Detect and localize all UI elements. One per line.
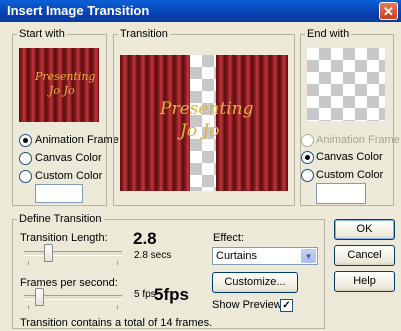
help-button[interactable]: Help bbox=[334, 271, 395, 292]
end-custom-color-swatch[interactable] bbox=[316, 183, 366, 204]
end-custom-color-radio[interactable] bbox=[301, 169, 314, 182]
transition-preview-text-2: Jo Jo bbox=[180, 121, 220, 141]
transition-length-label: Transition Length: bbox=[20, 232, 108, 244]
start-canvas-color-label[interactable]: Canvas Color bbox=[35, 152, 102, 164]
fps-value: 5 fps bbox=[134, 289, 156, 300]
right-curtain bbox=[216, 55, 288, 191]
fps-slider[interactable] bbox=[34, 288, 44, 306]
end-animation-frame-label: Animation Frame bbox=[316, 134, 400, 146]
start-canvas-color-radio[interactable] bbox=[19, 152, 32, 165]
title-bar: Insert Image Transition ✕ bbox=[0, 0, 401, 22]
help-button-label: Help bbox=[353, 275, 376, 287]
customize-button-label: Customize... bbox=[224, 276, 286, 288]
effect-select[interactable]: Curtains ▼ bbox=[212, 247, 318, 265]
effect-label: Effect: bbox=[213, 232, 244, 244]
close-button[interactable]: ✕ bbox=[379, 2, 398, 20]
end-animation-frame-radio bbox=[301, 134, 314, 147]
start-custom-color-radio[interactable] bbox=[19, 170, 32, 183]
window-title: Insert Image Transition bbox=[7, 3, 150, 18]
frames-summary: Transition contains a total of 14 frames… bbox=[20, 317, 213, 329]
start-custom-color-label[interactable]: Custom Color bbox=[35, 170, 102, 182]
transition-length-tick-end bbox=[117, 261, 118, 265]
fps-label: Frames per second: bbox=[20, 277, 118, 289]
end-canvas-color-radio[interactable] bbox=[301, 151, 314, 164]
show-preview-label[interactable]: Show Preview bbox=[212, 299, 282, 311]
transition-length-slider[interactable] bbox=[43, 244, 53, 262]
end-preview bbox=[307, 48, 385, 121]
fps-big: 5fps bbox=[154, 285, 189, 304]
start-preview-text-2: Jo Jo bbox=[49, 84, 75, 97]
customize-button[interactable]: Customize... bbox=[212, 272, 298, 293]
start-with-legend: Start with bbox=[17, 28, 67, 40]
ok-button[interactable]: OK bbox=[334, 219, 395, 240]
transition-preview: Presenting Jo Jo bbox=[120, 55, 288, 191]
transition-length-value: 2.8 secs bbox=[134, 250, 172, 261]
define-transition-legend: Define Transition bbox=[17, 213, 104, 225]
ok-button-label: OK bbox=[356, 223, 373, 235]
transition-length-track bbox=[24, 251, 122, 256]
transition-length-tick-start bbox=[28, 261, 29, 265]
transition-preview-text-1: Presenting bbox=[160, 99, 254, 119]
end-custom-color-label[interactable]: Custom Color bbox=[316, 169, 383, 181]
start-custom-color-swatch[interactable] bbox=[35, 184, 83, 203]
chevron-down-icon[interactable]: ▼ bbox=[301, 249, 316, 263]
cancel-button[interactable]: Cancel bbox=[334, 245, 395, 266]
close-icon: ✕ bbox=[383, 4, 394, 19]
start-animation-frame-label[interactable]: Animation Frame bbox=[35, 134, 119, 146]
fps-tick-end bbox=[117, 305, 118, 309]
transition-legend: Transition bbox=[118, 28, 170, 40]
effect-select-value: Curtains bbox=[216, 250, 257, 262]
end-with-legend: End with bbox=[305, 28, 352, 40]
end-canvas-color-label[interactable]: Canvas Color bbox=[316, 151, 383, 163]
start-preview-text-1: Presenting bbox=[35, 70, 96, 83]
start-preview: Presenting Jo Jo bbox=[19, 48, 99, 122]
cancel-button-label: Cancel bbox=[347, 249, 382, 261]
fps-tick-start bbox=[28, 305, 29, 309]
transition-length-big: 2.8 bbox=[133, 229, 157, 248]
start-animation-frame-radio[interactable] bbox=[19, 134, 32, 147]
show-preview-checkbox[interactable]: ✓ bbox=[280, 299, 293, 312]
